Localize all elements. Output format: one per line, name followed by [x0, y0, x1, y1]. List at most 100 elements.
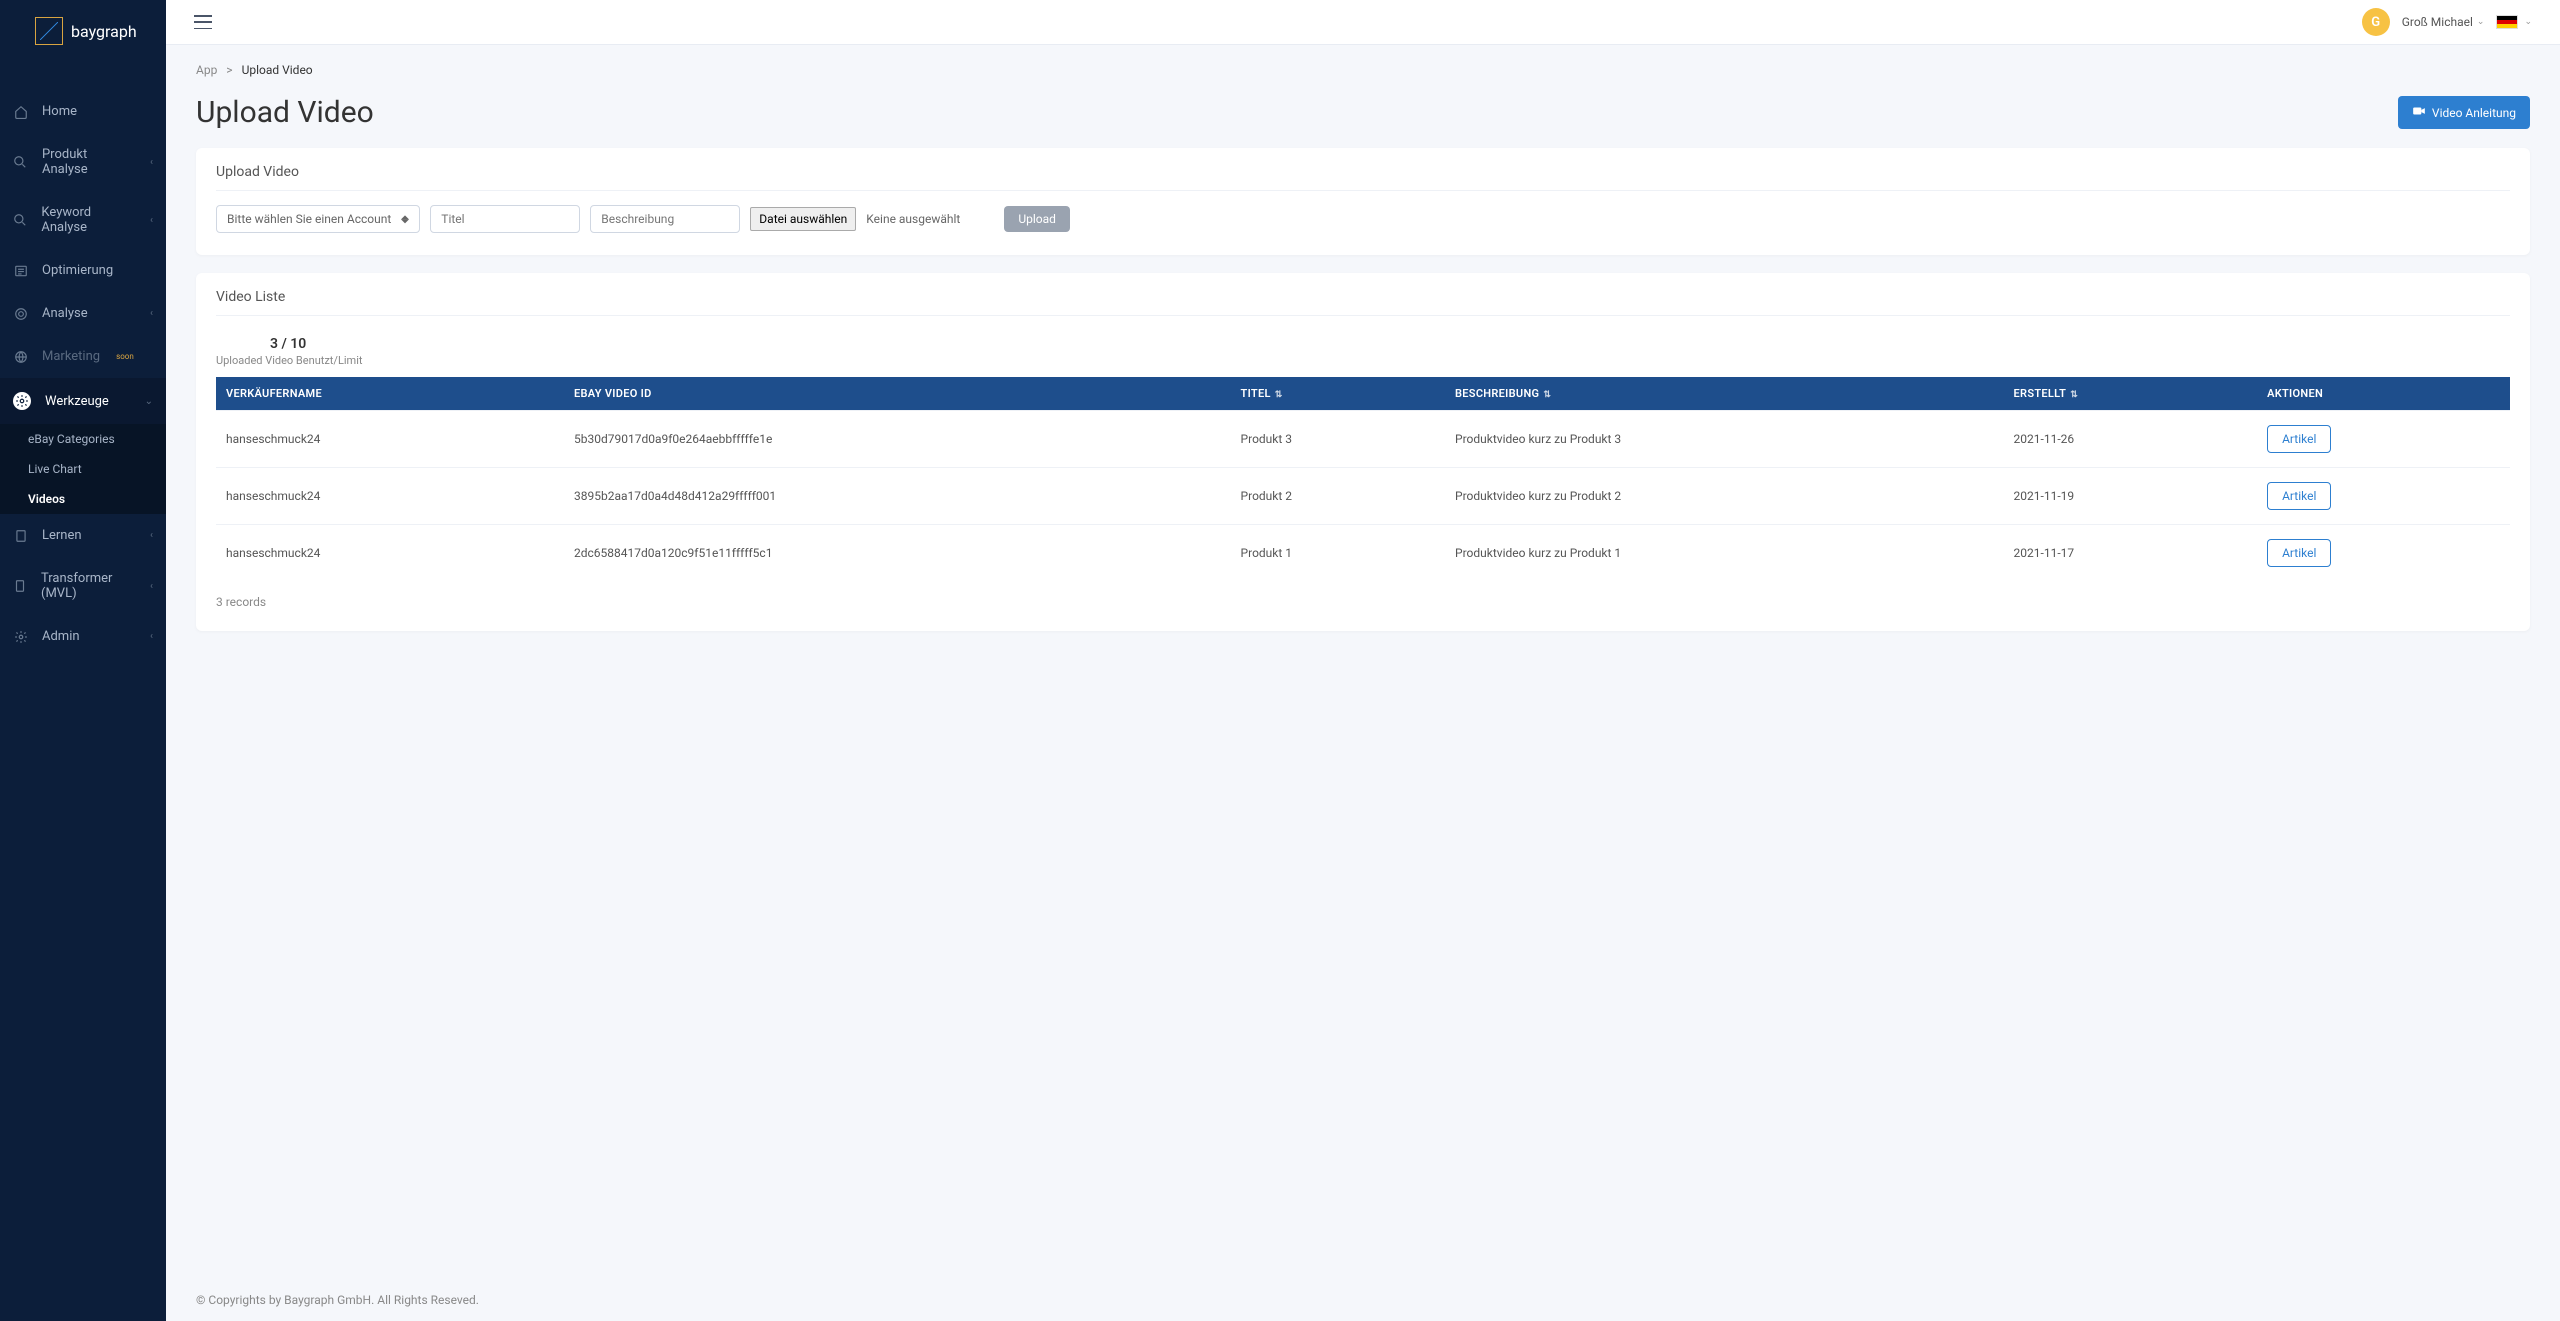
upload-card-title: Upload Video: [216, 164, 2510, 180]
title-input[interactable]: [430, 205, 580, 233]
chevron-left-icon: ‹: [150, 581, 153, 592]
gear-icon: [13, 629, 28, 644]
nav: Home Produkt Analyse ‹ Keyword Analyse ‹…: [0, 90, 166, 658]
cell-title: Produkt 2: [1231, 468, 1445, 525]
artikel-button[interactable]: Artikel: [2267, 539, 2331, 567]
breadcrumb-current: Upload Video: [242, 63, 313, 77]
chevron-left-icon: ‹: [150, 631, 153, 642]
cell-created: 2021-11-26: [2004, 411, 2258, 468]
sidebar-item-label: Marketing: [42, 349, 100, 364]
col-created[interactable]: ERSTELLT⇅: [2004, 377, 2258, 411]
cell-video-id: 5b30d79017d0a9f0e264aebbfffffe1e: [564, 411, 1231, 468]
sidebar-item-lernen[interactable]: Lernen ‹: [0, 514, 166, 557]
avatar[interactable]: G: [2362, 8, 2390, 36]
language-selector[interactable]: ⌄: [2496, 15, 2532, 29]
description-input[interactable]: [590, 205, 740, 233]
flag-de-icon: [2496, 15, 2518, 29]
soon-badge: soon: [116, 352, 134, 361]
account-select-placeholder: Bitte wählen Sie einen Account: [227, 212, 391, 226]
upload-button[interactable]: Upload: [1004, 206, 1070, 232]
table-row: hanseschmuck243895b2aa17d0a4d48d412a29ff…: [216, 468, 2510, 525]
search-icon: [13, 213, 27, 228]
cell-actions: Artikel: [2257, 468, 2510, 525]
subnav-werkzeuge: eBay Categories Live Chart Videos: [0, 424, 166, 514]
video-guide-label: Video Anleitung: [2432, 106, 2516, 120]
subnav-item-live-chart[interactable]: Live Chart: [0, 454, 166, 484]
sidebar-item-label: Analyse: [42, 306, 88, 321]
video-guide-button[interactable]: Video Anleitung: [2398, 96, 2530, 129]
sidebar-item-admin[interactable]: Admin ‹: [0, 615, 166, 658]
globe-icon: [13, 349, 28, 364]
cell-seller: hanseschmuck24: [216, 468, 564, 525]
logo[interactable]: baygraph: [0, 0, 166, 62]
chevron-left-icon: ‹: [150, 215, 153, 226]
cell-created: 2021-11-17: [2004, 525, 2258, 582]
subnav-item-videos[interactable]: Videos: [0, 484, 166, 514]
table-row: hanseschmuck242dc6588417d0a120c9f51e11ff…: [216, 525, 2510, 582]
page-head: Upload Video Video Anleitung: [196, 95, 2530, 130]
content: App > Upload Video Upload Video Video An…: [166, 45, 2560, 1279]
cell-seller: hanseschmuck24: [216, 411, 564, 468]
gear-icon: [13, 392, 31, 410]
chevron-left-icon: ‹: [150, 530, 153, 541]
user-menu[interactable]: Groß Michael ⌄: [2402, 15, 2485, 29]
sidebar-item-werkzeuge[interactable]: Werkzeuge ⌄: [0, 378, 166, 424]
user-name: Groß Michael: [2402, 15, 2473, 29]
list-icon: [13, 263, 28, 278]
artikel-button[interactable]: Artikel: [2267, 482, 2331, 510]
sidebar-item-label: Werkzeuge: [45, 394, 109, 409]
col-title[interactable]: TITEL⇅: [1231, 377, 1445, 411]
upload-row: Bitte wählen Sie einen Account Datei aus…: [216, 190, 2510, 233]
sidebar-item-transformer[interactable]: Transformer (MVL) ‹: [0, 557, 166, 615]
cell-title: Produkt 3: [1231, 411, 1445, 468]
sidebar-item-label: Produkt Analyse: [42, 147, 136, 177]
sidebar-item-label: Transformer (MVL): [41, 571, 136, 601]
sidebar-item-optimierung[interactable]: Optimierung: [0, 249, 166, 292]
cell-desc: Produktvideo kurz zu Produkt 1: [1445, 525, 2004, 582]
footer: © Copyrights by Baygraph GmbH. All Right…: [166, 1279, 2560, 1321]
video-table: VERKÄUFERNAME EBAY VIDEO ID TITEL⇅ BESCH…: [216, 377, 2510, 581]
sidebar-item-home[interactable]: Home: [0, 90, 166, 133]
main: G Groß Michael ⌄ ⌄ App > Upload Video Up…: [166, 0, 2560, 1321]
file-choose-button[interactable]: Datei auswählen: [750, 207, 856, 231]
col-video-id[interactable]: EBAY VIDEO ID: [564, 377, 1231, 411]
col-actions: AKTIONEN: [2257, 377, 2510, 411]
target-icon: [13, 306, 28, 321]
sidebar-item-produkt-analyse[interactable]: Produkt Analyse ‹: [0, 133, 166, 191]
sidebar-item-keyword-analyse[interactable]: Keyword Analyse ‹: [0, 191, 166, 249]
sidebar-item-analyse[interactable]: Analyse ‹: [0, 292, 166, 335]
cell-seller: hanseschmuck24: [216, 525, 564, 582]
col-desc[interactable]: BESCHREIBUNG⇅: [1445, 377, 2004, 411]
hamburger-icon[interactable]: [194, 15, 212, 29]
chevron-left-icon: ‹: [150, 157, 153, 168]
chevron-down-icon: ⌄: [145, 396, 153, 407]
topbar: G Groß Michael ⌄ ⌄: [166, 0, 2560, 45]
upload-limit-label: Uploaded Video Benutzt/Limit: [216, 354, 2510, 367]
cell-actions: Artikel: [2257, 411, 2510, 468]
topbar-right: G Groß Michael ⌄ ⌄: [2362, 8, 2532, 36]
cell-video-id: 3895b2aa17d0a4d48d412a29fffff001: [564, 468, 1231, 525]
breadcrumb-root[interactable]: App: [196, 63, 217, 77]
logo-icon: [35, 17, 63, 45]
sidebar-item-marketing[interactable]: Marketing soon: [0, 335, 166, 378]
cell-desc: Produktvideo kurz zu Produkt 2: [1445, 468, 2004, 525]
account-select[interactable]: Bitte wählen Sie einen Account: [216, 205, 420, 233]
cell-title: Produkt 1: [1231, 525, 1445, 582]
device-icon: [13, 579, 27, 594]
file-chosen-label: Keine ausgewählt: [866, 212, 960, 226]
upload-limit: 3 / 10: [270, 336, 2510, 352]
table-row: hanseschmuck245b30d79017d0a9f0e264aebbff…: [216, 411, 2510, 468]
breadcrumb: App > Upload Video: [196, 63, 2530, 77]
video-list-title: Video Liste: [216, 289, 2510, 305]
sidebar-item-label: Home: [42, 104, 77, 119]
subnav-item-ebay-categories[interactable]: eBay Categories: [0, 424, 166, 454]
sort-icon: ⇅: [2070, 390, 2078, 400]
sidebar-item-label: Keyword Analyse: [41, 205, 136, 235]
artikel-button[interactable]: Artikel: [2267, 425, 2331, 453]
col-seller[interactable]: VERKÄUFERNAME: [216, 377, 564, 411]
cell-desc: Produktvideo kurz zu Produkt 3: [1445, 411, 2004, 468]
page-title: Upload Video: [196, 95, 374, 130]
upload-card: Upload Video Bitte wählen Sie einen Acco…: [196, 148, 2530, 255]
sidebar-item-label: Optimierung: [42, 263, 113, 278]
video-list-card: Video Liste 3 / 10 Uploaded Video Benutz…: [196, 273, 2530, 631]
